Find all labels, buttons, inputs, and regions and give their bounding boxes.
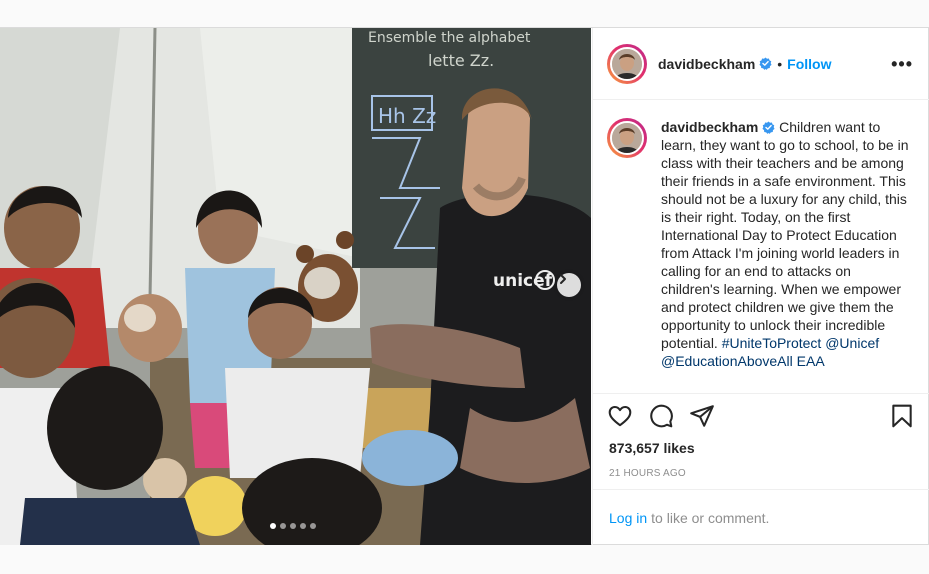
avatar-image bbox=[610, 46, 644, 81]
caption-area: davidbeckham Children want to learn, the… bbox=[593, 100, 929, 394]
share-icon[interactable] bbox=[689, 403, 715, 429]
board-hh-text: Hh Zz bbox=[378, 104, 436, 128]
post-timestamp[interactable]: 21 HOURS AGO bbox=[593, 456, 929, 479]
verified-badge-icon bbox=[759, 57, 772, 70]
board-letter-text: lette Zz. bbox=[428, 51, 494, 70]
profile-avatar[interactable] bbox=[607, 43, 647, 84]
caption-tail[interactable]: EAA bbox=[797, 353, 825, 369]
login-link[interactable]: Log in bbox=[609, 510, 647, 526]
follow-button[interactable]: Follow bbox=[787, 56, 831, 72]
post-header: davidbeckham • Follow ••• bbox=[593, 28, 929, 100]
carousel-dot bbox=[270, 523, 276, 529]
carousel-dot bbox=[310, 523, 316, 529]
caption-text: Children want to learn, they want to go … bbox=[661, 119, 909, 351]
more-options-icon[interactable]: ••• bbox=[891, 55, 913, 73]
caption-hashtag[interactable]: #UniteToProtect bbox=[722, 335, 822, 351]
action-bar bbox=[593, 394, 929, 438]
caption-username[interactable]: davidbeckham bbox=[661, 119, 758, 135]
bookmark-icon[interactable] bbox=[889, 403, 915, 429]
chevron-right-icon bbox=[560, 274, 566, 284]
carousel-dot bbox=[290, 523, 296, 529]
avatar-image bbox=[610, 121, 644, 155]
verified-badge-icon bbox=[762, 121, 775, 134]
post-photo[interactable]: Ensemble the alphabet lette Zz. Hh Zz un… bbox=[0, 28, 591, 545]
photo-illustration: Ensemble the alphabet lette Zz. Hh Zz un… bbox=[0, 28, 591, 545]
carousel-dot bbox=[300, 523, 306, 529]
heart-icon[interactable] bbox=[607, 403, 633, 429]
header-separator: • bbox=[777, 55, 783, 72]
likes-count[interactable]: 873,657 likes bbox=[593, 438, 929, 456]
comment-prompt: to like or comment. bbox=[651, 509, 770, 526]
comment-icon[interactable] bbox=[648, 403, 674, 429]
board-top-text: Ensemble the alphabet bbox=[368, 30, 531, 46]
comment-login-row: Log in to like or comment. bbox=[593, 489, 929, 545]
post-caption: davidbeckham Children want to learn, the… bbox=[661, 118, 911, 393]
caption-avatar[interactable] bbox=[607, 118, 647, 158]
carousel-indicator bbox=[270, 523, 316, 529]
carousel-next-button[interactable] bbox=[557, 273, 581, 297]
instagram-post: Ensemble the alphabet lette Zz. Hh Zz un… bbox=[0, 27, 929, 545]
header-username[interactable]: davidbeckham bbox=[658, 56, 755, 72]
post-side-panel: davidbeckham • Follow ••• davidbeckham C… bbox=[592, 28, 929, 545]
carousel-dot bbox=[280, 523, 286, 529]
